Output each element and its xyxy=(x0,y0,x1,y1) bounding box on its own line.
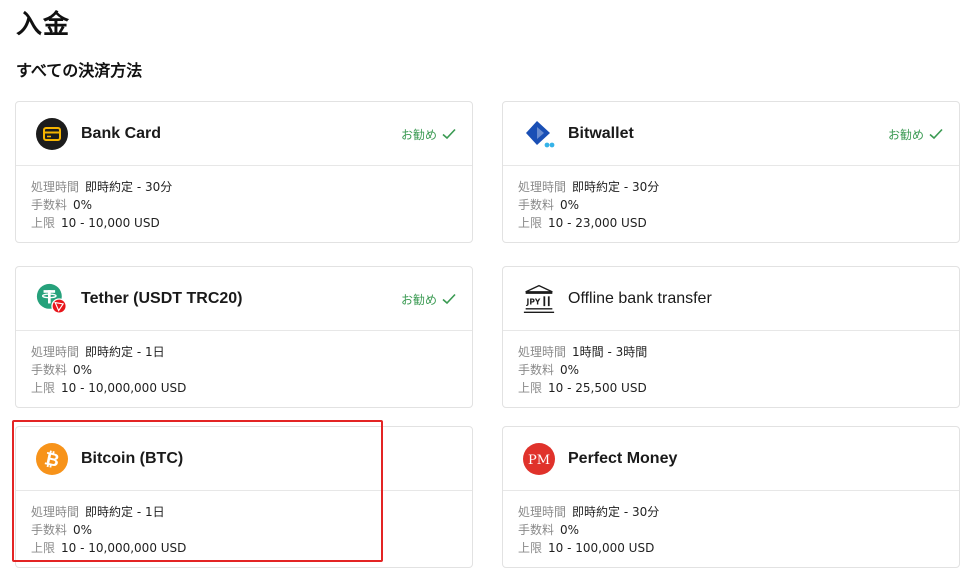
processing-time-label: 処理時間 xyxy=(518,180,567,194)
fee-value: 0% xyxy=(560,363,580,377)
method-name: Offline bank transfer xyxy=(568,290,712,307)
processing-time-value: 即時約定 - 1日 xyxy=(85,345,165,359)
bitwallet-icon xyxy=(523,118,555,150)
fee-label: 手数料 xyxy=(31,363,68,377)
recommended-label: お勧め xyxy=(400,127,437,142)
limit-label: 上限 xyxy=(518,216,543,230)
method-name: Bank Card xyxy=(81,125,162,142)
limit-value: 10 - 10,000,000 USD xyxy=(61,381,187,395)
payment-method-tether-trc20[interactable]: Tether (USDT TRC20) お勧め 処理時間 即時約定 - 1日 手数… xyxy=(15,266,473,408)
recommended-label: お勧め xyxy=(400,292,437,307)
jpy-bank-icon: JPY xyxy=(523,283,555,315)
svg-text:JPY: JPY xyxy=(526,297,541,306)
card-header: Bitwallet お勧め xyxy=(503,102,959,166)
processing-time-value: 即時約定 - 30分 xyxy=(572,505,660,519)
limit-value: 10 - 10,000 USD xyxy=(61,216,160,230)
svg-text:PM: PM xyxy=(528,453,550,468)
card-header: PM Perfect Money xyxy=(503,427,959,491)
processing-time-value: 即時約定 - 30分 xyxy=(85,180,173,194)
card-header: Bank Card お勧め xyxy=(16,102,472,166)
processing-time-label: 処理時間 xyxy=(31,180,80,194)
fee-label: 手数料 xyxy=(31,523,68,537)
limit-value: 10 - 100,000 USD xyxy=(548,541,655,555)
tether-trc20-icon xyxy=(36,283,68,315)
bank-card-icon xyxy=(36,118,68,150)
processing-time-value: 即時約定 - 30分 xyxy=(572,180,660,194)
limit-label: 上限 xyxy=(31,216,56,230)
check-icon xyxy=(929,128,943,140)
card-header: JPY Offline bank transfer xyxy=(503,267,959,331)
payment-method-offline-bank-transfer[interactable]: JPY Offline bank transfer 処理時間 1時間 - 3時間 … xyxy=(502,266,960,408)
perfect-money-icon: PM xyxy=(523,443,555,475)
limit-value: 10 - 23,000 USD xyxy=(548,216,647,230)
processing-time-value: 即時約定 - 1日 xyxy=(85,505,165,519)
fee-value: 0% xyxy=(73,198,93,212)
payment-method-bank-card[interactable]: Bank Card お勧め 処理時間 即時約定 - 30分 手数料 0% 上限 10 … xyxy=(15,101,473,243)
bitcoin-icon: ₿ xyxy=(36,443,68,475)
fee-label: 手数料 xyxy=(518,198,555,212)
processing-time-label: 処理時間 xyxy=(518,505,567,519)
limit-value: 10 - 25,500 USD xyxy=(548,381,647,395)
check-icon xyxy=(442,293,456,305)
processing-time-label: 処理時間 xyxy=(518,345,567,359)
recommended-badge: お勧め xyxy=(401,267,456,331)
payment-method-bitcoin[interactable]: ₿ Bitcoin (BTC) 処理時間 即時約定 - 1日 手数料 0% 上限 10… xyxy=(15,426,473,568)
limit-label: 上限 xyxy=(518,541,543,555)
recommended-badge: お勧め xyxy=(401,102,456,166)
card-header: ₿ Bitcoin (BTC) xyxy=(16,427,472,491)
page-title: 入金 xyxy=(16,10,71,40)
fee-value: 0% xyxy=(73,523,93,537)
processing-time-label: 処理時間 xyxy=(31,505,80,519)
recommended-label: お勧め xyxy=(887,127,924,142)
method-name: Bitcoin (BTC) xyxy=(81,450,184,467)
method-name: Perfect Money xyxy=(568,450,678,467)
fee-value: 0% xyxy=(560,198,580,212)
check-icon xyxy=(442,128,456,140)
limit-label: 上限 xyxy=(31,541,56,555)
recommended-badge: お勧め xyxy=(888,102,943,166)
limit-label: 上限 xyxy=(518,381,543,395)
limit-label: 上限 xyxy=(31,381,56,395)
processing-time-value: 1時間 - 3時間 xyxy=(572,345,648,359)
limit-value: 10 - 10,000,000 USD xyxy=(61,541,187,555)
fee-value: 0% xyxy=(560,523,580,537)
payment-method-bitwallet[interactable]: Bitwallet お勧め 処理時間 即時約定 - 30分 手数料 0% 上限 10 … xyxy=(502,101,960,243)
method-name: Tether (USDT TRC20) xyxy=(81,290,243,307)
fee-label: 手数料 xyxy=(518,523,555,537)
fee-value: 0% xyxy=(73,363,93,377)
section-title: すべての決済方法 xyxy=(16,61,143,80)
card-header: Tether (USDT TRC20) お勧め xyxy=(16,267,472,331)
method-name: Bitwallet xyxy=(568,125,634,142)
processing-time-label: 処理時間 xyxy=(31,345,80,359)
payment-method-perfect-money[interactable]: PM Perfect Money 処理時間 即時約定 - 30分 手数料 0% 上限… xyxy=(502,426,960,568)
fee-label: 手数料 xyxy=(31,198,68,212)
fee-label: 手数料 xyxy=(518,363,555,377)
